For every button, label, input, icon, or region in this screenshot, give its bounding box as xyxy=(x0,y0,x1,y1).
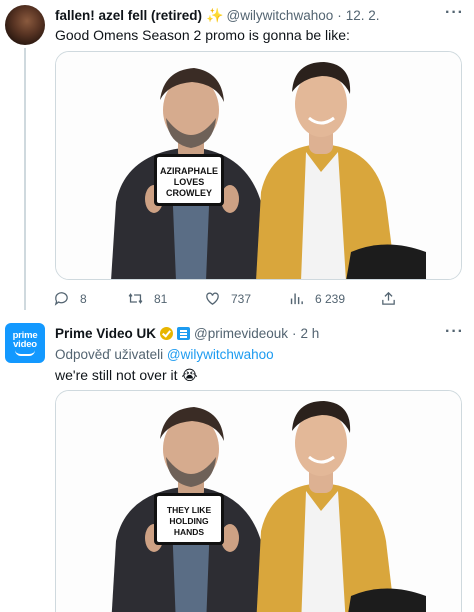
retweet-count: 81 xyxy=(154,291,168,306)
retweet-icon xyxy=(128,293,143,304)
more-options-icon[interactable]: ··· xyxy=(445,323,464,341)
affiliate-badge-icon xyxy=(177,327,191,340)
reply-count: 8 xyxy=(80,291,87,306)
reply-sign-line-2: HOLDING xyxy=(169,516,209,526)
timestamp[interactable]: 12. 2. xyxy=(346,8,380,23)
share-button[interactable] xyxy=(380,290,407,307)
like-count: 737 xyxy=(231,291,252,306)
views-icon xyxy=(290,293,303,305)
separator-dot: · xyxy=(292,326,297,341)
reply-tweet-header: Prime Video UK @primevideouk · 2 h xyxy=(55,326,319,341)
tweet-header: fallen! azel fell (retired) ✨ @wilywitch… xyxy=(55,7,380,24)
sign-line-1: AZIRAPHALE xyxy=(160,166,218,176)
reply-sign-line-1: THEY LIKE xyxy=(167,505,212,515)
tweet-image[interactable]: AZIRAPHALE LOVES CROWLEY xyxy=(55,51,462,280)
prime-video-avatar[interactable]: prime video xyxy=(5,323,45,363)
tweet-actions: 8 81 737 6 239 xyxy=(50,290,460,308)
display-name[interactable]: fallen! azel fell (retired) xyxy=(55,8,202,23)
replying-to-handle[interactable]: @wilywitchwahoo xyxy=(167,347,274,362)
views-button[interactable]: 6 239 xyxy=(288,290,345,307)
user-handle[interactable]: @wilywitchwahoo xyxy=(226,8,333,23)
avatar-text-2: video xyxy=(13,338,37,350)
sign-line-2: LOVES xyxy=(174,177,205,187)
tweet-text: we're still not over it 😭 xyxy=(55,367,198,383)
prime-smile-icon xyxy=(15,350,35,356)
sparkle-emoji: ✨ xyxy=(206,7,224,23)
retweet-button[interactable]: 81 xyxy=(127,290,167,307)
tweet-image[interactable]: THEY LIKE HOLDING HANDS xyxy=(55,390,462,612)
timestamp[interactable]: 2 h xyxy=(301,326,320,341)
sign-line-3: CROWLEY xyxy=(166,188,212,198)
tweet-original[interactable]: fallen! azel fell (retired) ✨ @wilywitch… xyxy=(0,0,474,318)
reply-sign-line-3: HANDS xyxy=(174,527,205,537)
more-options-icon[interactable]: ··· xyxy=(445,4,464,22)
separator-dot: · xyxy=(337,8,342,23)
verified-gold-icon xyxy=(160,327,174,340)
views-count: 6 239 xyxy=(315,291,346,306)
reply-button[interactable]: 8 xyxy=(53,290,87,307)
tweet-text: Good Omens Season 2 promo is gonna be li… xyxy=(55,27,350,43)
replying-to-label: Odpověď uživateli xyxy=(55,347,164,362)
share-icon xyxy=(382,291,395,305)
user-handle[interactable]: @primevideouk xyxy=(194,326,288,341)
like-button[interactable]: 737 xyxy=(204,290,251,307)
user-avatar[interactable] xyxy=(5,5,45,45)
replying-to: Odpověď uživateli @wilywitchwahoo xyxy=(55,347,274,362)
thread-connector xyxy=(24,48,26,310)
reply-icon xyxy=(54,292,68,306)
heart-icon xyxy=(206,292,219,305)
display-name[interactable]: Prime Video UK xyxy=(55,326,156,341)
